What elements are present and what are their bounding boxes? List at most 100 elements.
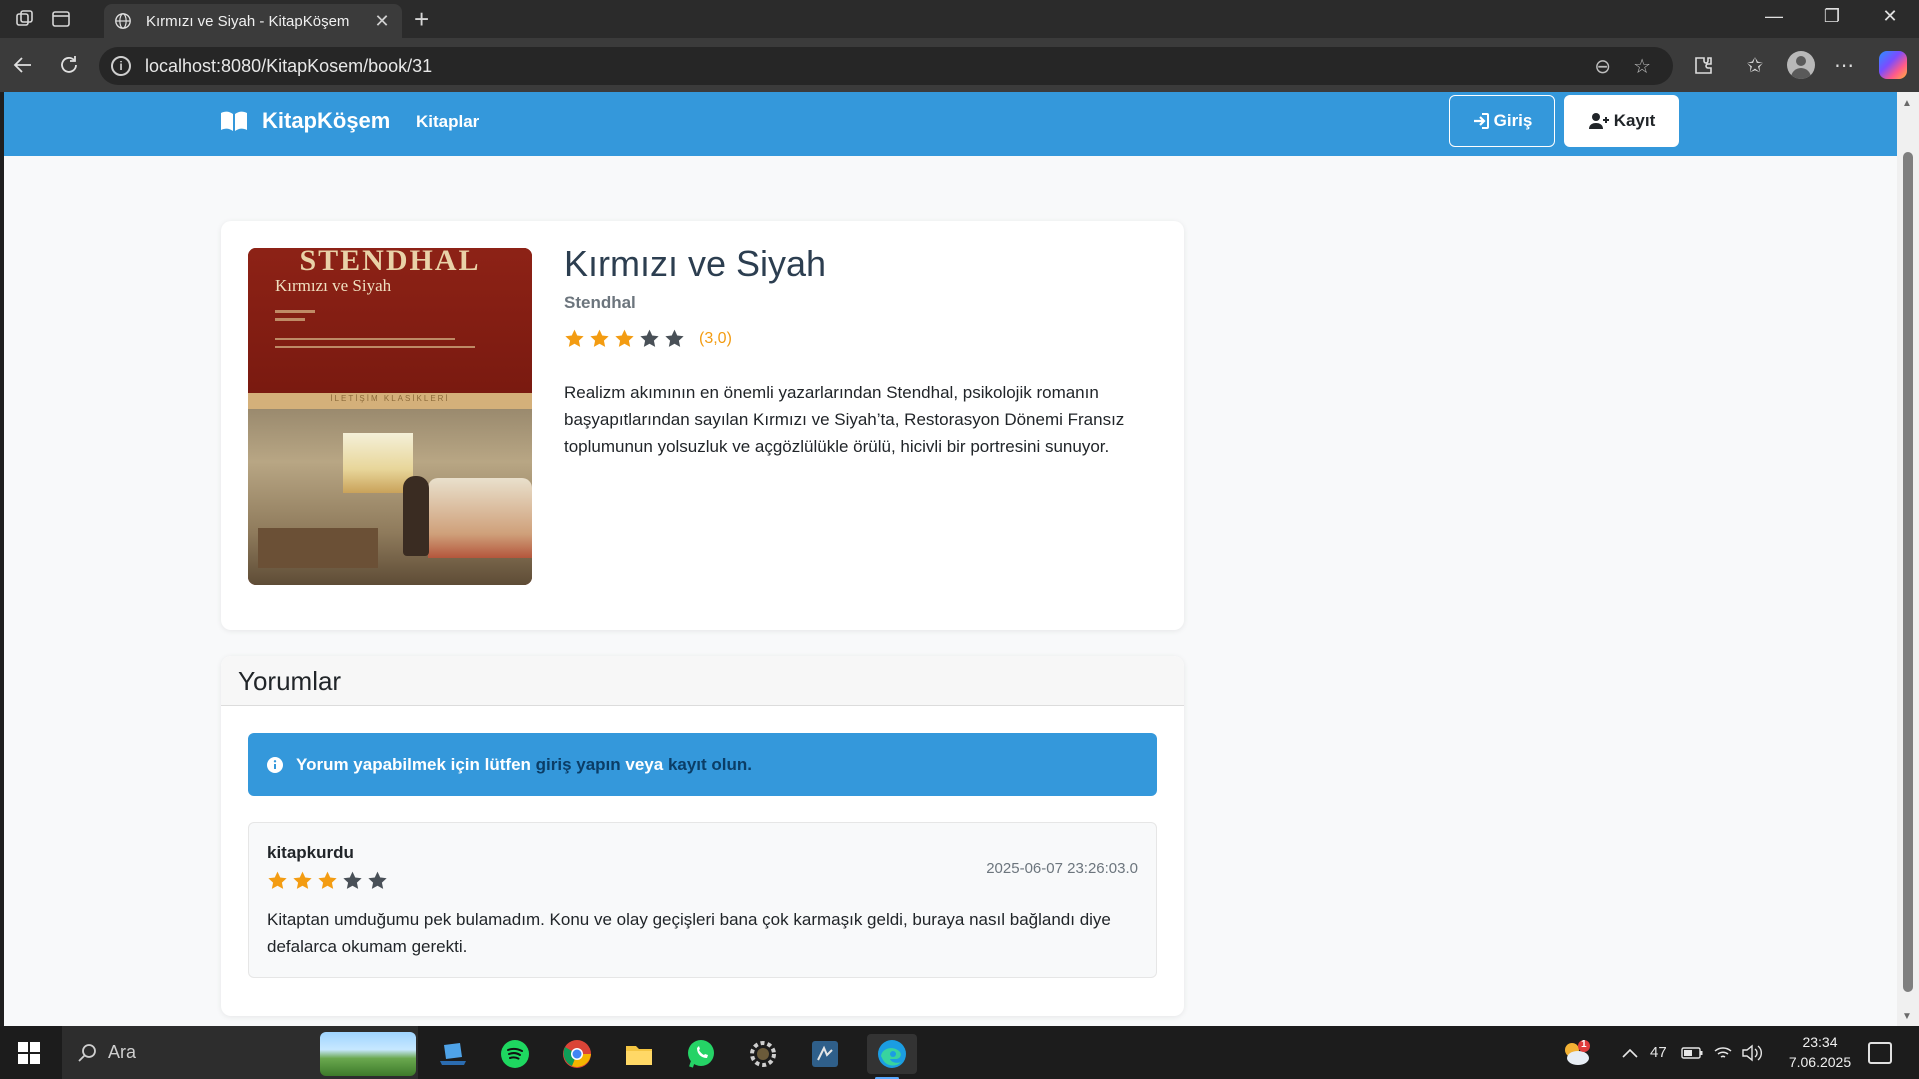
taskbar-code-editor-icon[interactable] xyxy=(805,1034,845,1074)
user-plus-icon xyxy=(1588,113,1609,129)
more-menu-icon[interactable]: ⋯ xyxy=(1830,51,1858,79)
star-filled-icon xyxy=(565,329,584,347)
tray-expand-chevron-icon[interactable] xyxy=(1622,1026,1638,1079)
star-filled-icon xyxy=(293,871,312,889)
book-rating: (3,0) xyxy=(564,328,732,349)
battery-percent: 47 xyxy=(1650,1026,1667,1079)
brand-link[interactable]: KitapKöşem xyxy=(220,108,390,134)
profile-avatar[interactable] xyxy=(1787,51,1815,79)
search-icon xyxy=(78,1043,96,1062)
star-empty-icon xyxy=(640,329,659,347)
star-empty-icon xyxy=(665,329,684,347)
taskbar-settings-gear-icon[interactable] xyxy=(743,1034,783,1074)
star-filled-icon xyxy=(268,871,287,889)
alert-suffix: . xyxy=(747,754,753,774)
comments-header: Yorumlar xyxy=(221,656,1184,706)
alert-middle: veya xyxy=(620,754,668,774)
taskbar-app-laptop-icon[interactable] xyxy=(433,1034,473,1074)
cover-publisher: İLETİŞİM KLASİKLERİ xyxy=(330,394,450,403)
nav-books-link[interactable]: Kitaplar xyxy=(416,112,479,132)
workspaces-icon[interactable] xyxy=(14,8,36,30)
battery-icon[interactable] xyxy=(1681,1026,1703,1079)
cover-title: Kırmızı ve Siyah xyxy=(275,276,392,295)
comment-user: kitapkurdu xyxy=(267,843,354,862)
minimize-icon[interactable]: — xyxy=(1759,6,1789,27)
notifications-icon[interactable] xyxy=(1868,1042,1892,1064)
book-description: Realizm akımının en önemli yazarlarından… xyxy=(564,383,1125,456)
scrollbar-thumb[interactable] xyxy=(1903,152,1913,992)
login-button[interactable]: Giriş xyxy=(1449,95,1555,147)
battery-level: 47 xyxy=(1650,1044,1667,1061)
star-empty-icon xyxy=(343,871,362,889)
taskbar-spotify-icon[interactable] xyxy=(495,1034,535,1074)
tab-title: Kırmızı ve Siyah - KitapKöşem xyxy=(146,12,350,30)
taskbar-chrome-icon[interactable] xyxy=(557,1034,597,1074)
cover-author: STENDHAL xyxy=(299,248,481,277)
taskbar-whatsapp-icon[interactable] xyxy=(681,1034,721,1074)
comment-item: kitapkurdu 2025-06-07 23:26:03.0 Kitapta… xyxy=(248,822,1157,978)
favorite-star-icon[interactable]: ☆ xyxy=(1633,54,1651,79)
login-required-alert: Yorum yapabilmek için lütfen giriş yapın… xyxy=(248,733,1157,796)
register-label: Kayıt xyxy=(1613,111,1656,130)
address-bar[interactable]: i localhost:8080/KitapKosem/book/31 ⊖ ☆ xyxy=(99,47,1673,85)
wifi-icon[interactable] xyxy=(1713,1026,1733,1079)
star-empty-icon xyxy=(368,871,387,889)
extensions-icon[interactable] xyxy=(1689,51,1717,79)
taskbar-edge-icon[interactable] xyxy=(867,1034,917,1079)
new-tab-icon[interactable]: + xyxy=(414,4,429,34)
comments-card: Yorumlar Yorum yapabilmek için lütfen gi… xyxy=(221,656,1184,1016)
login-label: Giriş xyxy=(1493,111,1533,130)
comments-heading: Yorumlar xyxy=(238,666,342,696)
search-highlight-image xyxy=(320,1032,416,1076)
open-book-icon xyxy=(221,111,247,131)
vertical-tabs-icon[interactable] xyxy=(50,8,72,30)
site-info-icon[interactable]: i xyxy=(111,56,131,76)
favorites-icon[interactable]: ✩ xyxy=(1741,51,1769,79)
reload-icon[interactable] xyxy=(55,51,83,79)
comment-date: 2025-06-07 23:26:03.0 xyxy=(986,860,1138,877)
comment-rating xyxy=(267,870,392,891)
zoom-icon[interactable]: ⊖ xyxy=(1594,54,1611,79)
browser-toolbar: i localhost:8080/KitapKosem/book/31 ⊖ ☆ … xyxy=(0,38,1919,92)
clock-date: 7.06.2025 xyxy=(1788,1054,1852,1070)
url-text[interactable]: localhost:8080/KitapKosem/book/31 xyxy=(145,56,1594,77)
site-navbar: KitapKöşem Kitaplar Giriş Kayıt xyxy=(4,92,1897,156)
page-scrollbar[interactable]: ▲ ▼ xyxy=(1897,92,1919,1026)
search-placeholder: Ara xyxy=(108,1042,137,1062)
info-circle-icon xyxy=(267,756,283,773)
close-window-icon[interactable]: ✕ xyxy=(1875,6,1905,27)
page-viewport: KitapKöşem Kitaplar Giriş Kayıt STENDHAL… xyxy=(4,92,1897,1026)
weather-badge: 1 xyxy=(1581,1039,1587,1050)
back-icon[interactable] xyxy=(9,51,37,79)
star-filled-icon xyxy=(318,871,337,889)
alert-login-link[interactable]: giriş yapın xyxy=(536,755,621,775)
book-title: Kırmızı ve Siyah xyxy=(564,243,827,284)
scroll-down-arrow-icon[interactable]: ▼ xyxy=(1902,1011,1912,1022)
active-tab[interactable]: Kırmızı ve Siyah - KitapKöşem ✕ xyxy=(104,4,402,38)
browser-tabbar: Kırmızı ve Siyah - KitapKöşem ✕ + — ❐ ✕ xyxy=(0,0,1919,38)
taskbar-file-explorer-icon[interactable] xyxy=(619,1034,659,1074)
brand-name: KitapKöşem xyxy=(262,108,391,133)
star-filled-icon xyxy=(590,329,609,347)
alert-register-link[interactable]: kayıt olun xyxy=(668,755,747,775)
restore-icon[interactable]: ❐ xyxy=(1817,6,1847,27)
star-filled-icon xyxy=(615,329,634,347)
weather-widget[interactable]: 1 xyxy=(1560,1026,1592,1079)
register-button[interactable]: Kayıt xyxy=(1564,95,1679,147)
windows-start-icon[interactable] xyxy=(18,1042,40,1064)
windows-taskbar: Ara 1 47 23:34 7.06.2025 xyxy=(0,1026,1919,1079)
book-detail-card: STENDHAL Kırmızı ve Siyah İLETİŞİM KLASİ… xyxy=(221,221,1184,630)
sign-in-icon xyxy=(1473,113,1489,129)
tab-close-icon[interactable]: ✕ xyxy=(372,11,392,32)
book-author: Stendhal xyxy=(564,293,636,312)
volume-icon[interactable] xyxy=(1741,1026,1763,1079)
rating-value: (3,0) xyxy=(699,329,732,347)
book-cover-image: STENDHAL Kırmızı ve Siyah İLETİŞİM KLASİ… xyxy=(248,248,532,585)
alert-prefix: Yorum yapabilmek için lütfen xyxy=(296,754,536,774)
globe-icon xyxy=(115,13,131,29)
clock-time: 23:34 xyxy=(1802,1034,1838,1050)
comment-text: Kitaptan umduğumu pek bulamadım. Konu ve… xyxy=(267,910,1111,956)
copilot-icon[interactable] xyxy=(1879,51,1907,79)
scroll-up-arrow-icon[interactable]: ▲ xyxy=(1902,98,1912,109)
taskbar-clock[interactable]: 23:34 7.06.2025 xyxy=(1772,1032,1868,1072)
